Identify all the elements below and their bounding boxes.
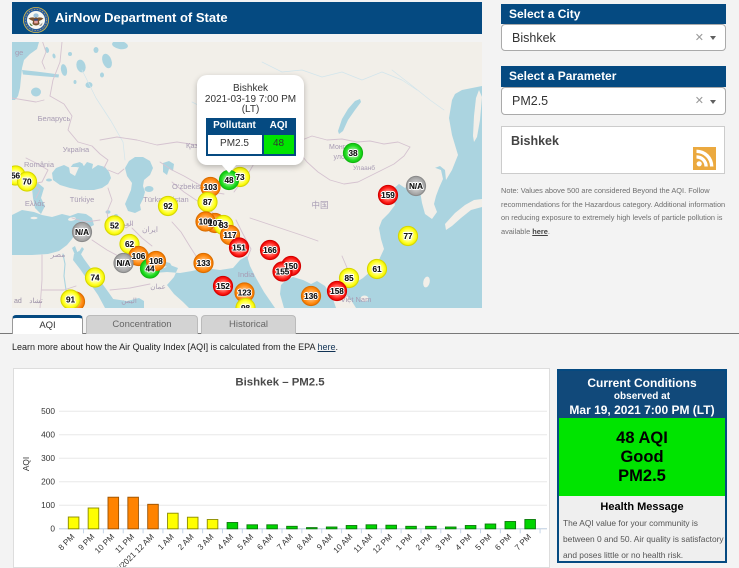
svg-text:85: 85	[344, 274, 354, 283]
svg-text:ge: ge	[15, 48, 23, 57]
svg-text:155: 155	[276, 268, 290, 277]
svg-text:اليمن: اليمن	[121, 297, 137, 305]
svg-text:3 PM: 3 PM	[434, 532, 454, 552]
svg-text:تشاد: تشاد	[29, 297, 42, 305]
svg-text:56: 56	[12, 172, 20, 181]
svg-text:159: 159	[381, 191, 395, 200]
svg-text:4 PM: 4 PM	[454, 532, 474, 552]
svg-text:123: 123	[238, 289, 252, 298]
svg-text:91: 91	[66, 296, 76, 305]
svg-text:152: 152	[216, 282, 230, 291]
svg-text:136: 136	[304, 292, 318, 301]
svg-text:400: 400	[41, 430, 55, 440]
svg-text:83: 83	[219, 221, 229, 230]
svg-text:7 PM: 7 PM	[513, 532, 533, 552]
svg-text:10 PM: 10 PM	[93, 532, 116, 555]
svg-text:عمان: عمان	[150, 283, 166, 291]
svg-text:103: 103	[204, 183, 218, 192]
svg-text:5 PM: 5 PM	[474, 532, 494, 552]
svg-text:India: India	[238, 270, 255, 279]
svg-text:106: 106	[132, 252, 146, 261]
svg-text:Türkiye: Türkiye	[70, 195, 95, 204]
svg-text:166: 166	[263, 246, 277, 255]
svg-text:România: România	[24, 160, 55, 169]
svg-text:N/A: N/A	[409, 182, 423, 191]
svg-text:133: 133	[197, 259, 211, 268]
svg-text:Bishkek – PM2.5: Bishkek – PM2.5	[235, 377, 325, 389]
svg-text:100: 100	[41, 500, 55, 510]
svg-text:2 AM: 2 AM	[176, 532, 196, 552]
svg-text:52: 52	[110, 222, 120, 231]
svg-text:N/A: N/A	[75, 228, 89, 237]
svg-text:74: 74	[90, 274, 100, 283]
svg-text:117: 117	[223, 231, 237, 240]
svg-text:مصر: مصر	[50, 250, 66, 259]
svg-text:AQI: AQI	[21, 457, 31, 471]
svg-text:Беларусь: Беларусь	[38, 114, 71, 123]
svg-text:8 AM: 8 AM	[295, 532, 315, 552]
svg-text:73: 73	[235, 173, 245, 182]
svg-text:Улаанб: Улаанб	[353, 164, 375, 172]
svg-text:6 AM: 6 AM	[255, 532, 275, 552]
svg-text:N/A: N/A	[116, 259, 130, 268]
svg-text:0: 0	[50, 524, 55, 534]
svg-text:87: 87	[203, 198, 213, 207]
svg-text:5 AM: 5 AM	[236, 532, 256, 552]
svg-text:1 AM: 1 AM	[156, 532, 176, 552]
svg-text:4 AM: 4 AM	[216, 532, 236, 552]
svg-text:48: 48	[224, 176, 234, 185]
svg-text:11 AM: 11 AM	[352, 532, 374, 554]
svg-text:300: 300	[41, 453, 55, 463]
svg-text:108: 108	[149, 257, 163, 266]
svg-text:70: 70	[22, 178, 32, 187]
svg-text:98: 98	[241, 304, 251, 308]
svg-text:38: 38	[348, 149, 358, 158]
svg-text:1 PM: 1 PM	[394, 532, 414, 552]
svg-text:Україна: Україна	[63, 145, 90, 154]
svg-text:158: 158	[330, 287, 344, 296]
svg-text:7 AM: 7 AM	[275, 532, 295, 552]
svg-text:151: 151	[232, 244, 246, 253]
svg-text:200: 200	[41, 477, 55, 487]
svg-text:12 PM: 12 PM	[371, 532, 394, 555]
svg-text:500: 500	[41, 406, 55, 416]
svg-text:6 PM: 6 PM	[493, 532, 513, 552]
svg-text:2 PM: 2 PM	[414, 532, 434, 552]
svg-text:10 AM: 10 AM	[332, 532, 355, 555]
svg-text:中国: 中国	[311, 200, 328, 210]
svg-text:61: 61	[372, 265, 382, 274]
svg-text:3 AM: 3 AM	[196, 532, 216, 552]
svg-text:92: 92	[163, 202, 173, 211]
svg-text:8 PM: 8 PM	[57, 532, 77, 552]
svg-text:77: 77	[403, 232, 413, 241]
svg-text:100: 100	[199, 218, 213, 227]
svg-text:ad: ad	[14, 298, 22, 305]
svg-text:ايران: ايران	[142, 225, 158, 234]
svg-text:Ελλάς: Ελλάς	[25, 199, 46, 208]
svg-text:62: 62	[125, 240, 135, 249]
